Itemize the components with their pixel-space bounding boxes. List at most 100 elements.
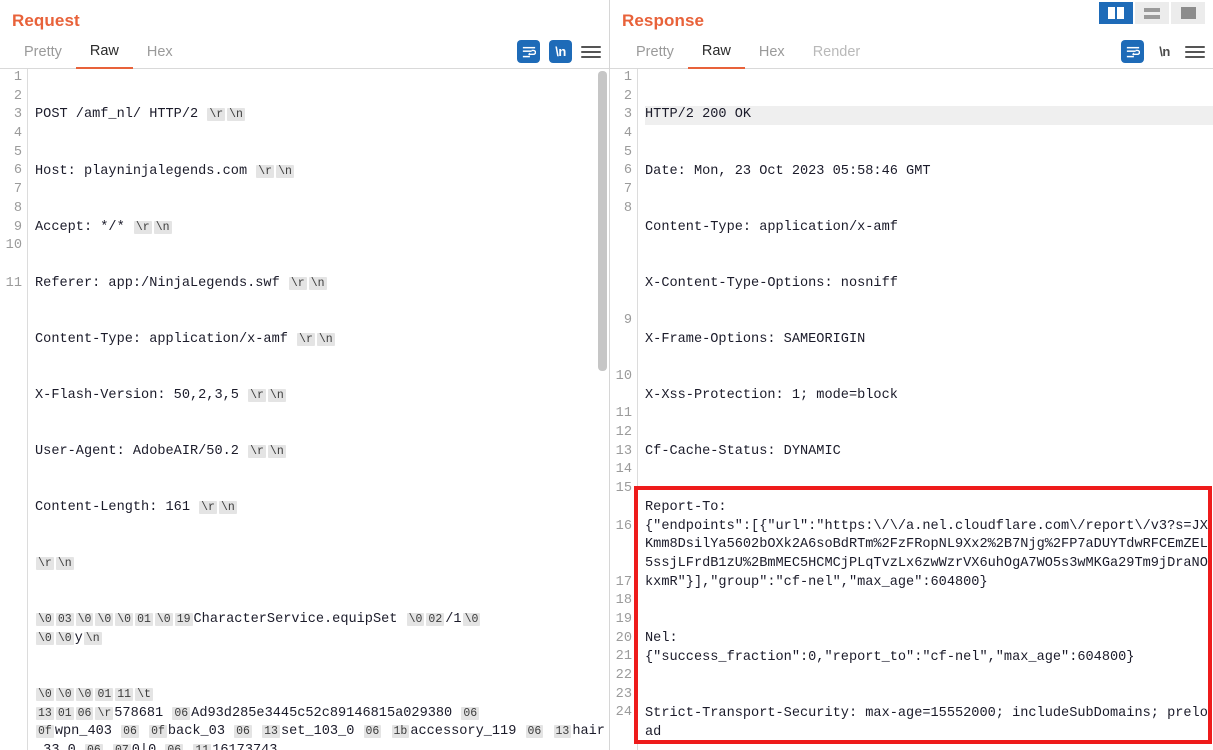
line-number: 22 xyxy=(615,668,632,683)
response-line-9: Nel: {"success_fraction":0,"report_to":"… xyxy=(645,630,1135,665)
request-line-9: \r \n xyxy=(35,555,609,574)
hex-chip: \r xyxy=(199,501,217,515)
response-tab-render[interactable]: Render xyxy=(799,44,875,68)
request-body-text: POST /amf_nl/ HTTP/2 \r \n Host: playninj… xyxy=(28,69,609,750)
request-tab-pretty[interactable]: Pretty xyxy=(10,44,76,68)
request-scrollbar-thumb[interactable] xyxy=(598,71,607,371)
burp-request-response-window: Request Pretty Raw Hex \n 1 2 3 4 5 6 7 … xyxy=(0,0,1213,750)
response-menu-icon[interactable] xyxy=(1185,42,1205,62)
request-line-1: POST /amf_nl/ HTTP/2 \r \n xyxy=(35,107,245,123)
hex-chip: \n xyxy=(153,220,172,234)
line-number: 24 xyxy=(615,705,632,721)
request-line-4: Referer: app:/NinjaLegends.swf \r \n xyxy=(35,275,327,291)
horizontal-split-icon xyxy=(1144,7,1160,19)
line-number: 7 xyxy=(623,182,632,198)
request-line-6: X-Flash-Version: 50,2,3,5 \r \n xyxy=(35,387,286,403)
line-number: 14 xyxy=(615,462,632,478)
show-newlines-label: \n xyxy=(555,44,566,59)
hex-chip: \n xyxy=(276,164,294,178)
show-newlines-icon[interactable]: \n xyxy=(1153,40,1176,63)
hex-chip: \r xyxy=(256,164,275,178)
request-menu-icon[interactable] xyxy=(581,42,601,62)
hex-chip: \n xyxy=(267,388,286,402)
response-line-7: Cf-Cache-Status: DYNAMIC xyxy=(645,443,841,459)
line-number: 5 xyxy=(13,144,22,160)
hex-chip: \r xyxy=(248,388,266,402)
line-number: 10 xyxy=(615,369,632,384)
request-tab-hex[interactable]: Hex xyxy=(133,44,187,68)
word-wrap-icon[interactable] xyxy=(517,40,540,63)
hex-chip: \n xyxy=(55,557,74,571)
line-number: 20 xyxy=(615,630,632,646)
line-number: 5 xyxy=(623,144,632,160)
line-number: 23 xyxy=(615,686,632,702)
hex-chip: \r xyxy=(248,444,266,458)
request-vertical-scrollbar[interactable] xyxy=(598,69,607,750)
request-tabs: Pretty Raw Hex \n xyxy=(0,38,609,69)
line-number: 16 xyxy=(615,518,632,534)
line-number: 6 xyxy=(13,163,22,179)
layout-horizontal-split-button[interactable] xyxy=(1135,2,1169,24)
response-line-4: X-Content-Type-Options: nosniff xyxy=(645,275,898,291)
line-number: 2 xyxy=(13,88,22,104)
response-line-3: Content-Type: application/x-amf xyxy=(645,219,898,235)
line-number: 18 xyxy=(615,593,632,609)
response-tab-raw[interactable]: Raw xyxy=(687,43,745,69)
response-tab-hex[interactable]: Hex xyxy=(745,44,799,68)
response-code: 1 2 3 4 5 6 7 8 9 10 11 12 13 14 15 16 1… xyxy=(610,69,1213,750)
request-line-11: \0 \0 \0 01 11 \t 13 01 06 \r 578681 06 Ad93d285e34… xyxy=(35,686,609,750)
request-viewer[interactable]: 1 2 3 4 5 6 7 8 9 10 11 POST /amf_nl/ HT… xyxy=(0,69,609,750)
line-number: 11 xyxy=(615,406,632,422)
line-number: 8 xyxy=(623,200,632,216)
request-title: Request xyxy=(12,11,80,30)
response-line-5: X-Frame-Options: SAMEORIGIN xyxy=(645,331,866,347)
word-wrap-icon[interactable] xyxy=(1121,40,1144,63)
line-number: 9 xyxy=(13,219,22,235)
hex-chip: \r xyxy=(36,557,54,571)
line-number: 1 xyxy=(623,70,632,85)
show-newlines-label: \n xyxy=(1159,44,1170,59)
line-number: 1 xyxy=(13,70,22,85)
request-line-7: User-Agent: AdobeAIR/50.2 \r \n xyxy=(35,443,286,459)
hex-chip: \r xyxy=(297,332,315,346)
line-number: 15 xyxy=(615,481,632,497)
line-number: 21 xyxy=(615,649,632,665)
hex-chip: \r xyxy=(288,276,307,290)
response-panel: Response Pretty Raw Hex Render \n 1 2 3 … xyxy=(610,0,1213,750)
response-line-2: Date: Mon, 23 Oct 2023 05:58:46 GMT xyxy=(645,163,931,179)
layout-vertical-split-button[interactable] xyxy=(1099,2,1133,24)
line-number: 4 xyxy=(623,126,632,142)
request-line-5: Content-Type: application/x-amf \r \n xyxy=(35,331,335,347)
hex-chip: \n xyxy=(308,276,327,290)
request-tab-tools: \n xyxy=(517,40,601,63)
request-line-3: Accept: */* \r \n xyxy=(35,219,172,235)
hex-chip: \n xyxy=(227,108,245,122)
line-number: 3 xyxy=(13,107,22,123)
response-tabs: Pretty Raw Hex Render \n xyxy=(610,38,1213,69)
layout-single-pane-button[interactable] xyxy=(1171,2,1205,24)
line-number: 3 xyxy=(623,107,632,123)
hex-chip: \n xyxy=(267,444,286,458)
vertical-split-icon xyxy=(1108,7,1124,19)
line-number: 9 xyxy=(623,312,632,328)
request-line-2: Host: playninjalegends.com \r \n xyxy=(35,163,294,179)
line-number: 11 xyxy=(5,275,22,291)
line-number: 13 xyxy=(615,443,632,459)
layout-button-group xyxy=(1099,2,1205,24)
response-tab-pretty[interactable]: Pretty xyxy=(622,44,688,68)
request-code: 1 2 3 4 5 6 7 8 9 10 11 POST /amf_nl/ HT… xyxy=(0,69,609,750)
response-viewer[interactable]: 1 2 3 4 5 6 7 8 9 10 11 12 13 14 15 16 1… xyxy=(610,69,1213,750)
line-number: 8 xyxy=(13,200,22,216)
single-pane-icon xyxy=(1180,7,1196,19)
line-number: 12 xyxy=(615,425,632,441)
response-line-6: X-Xss-Protection: 1; mode=block xyxy=(645,387,898,403)
line-number: 4 xyxy=(13,126,22,142)
line-number-wrap xyxy=(0,256,22,275)
response-line-numbers: 1 2 3 4 5 6 7 8 9 10 11 12 13 14 15 16 1… xyxy=(610,69,638,750)
request-line-10: \0 03 \0 \0 \0 01 \0 19 CharacterService.equipSe… xyxy=(36,612,481,646)
request-line-8: Content-Length: 161 \r \n xyxy=(35,500,237,516)
request-tab-raw[interactable]: Raw xyxy=(75,43,133,69)
hex-chip: \r xyxy=(133,220,152,234)
response-line-10: Strict-Transport-Security: max-age=15552… xyxy=(645,705,1208,740)
show-newlines-icon[interactable]: \n xyxy=(549,40,572,63)
